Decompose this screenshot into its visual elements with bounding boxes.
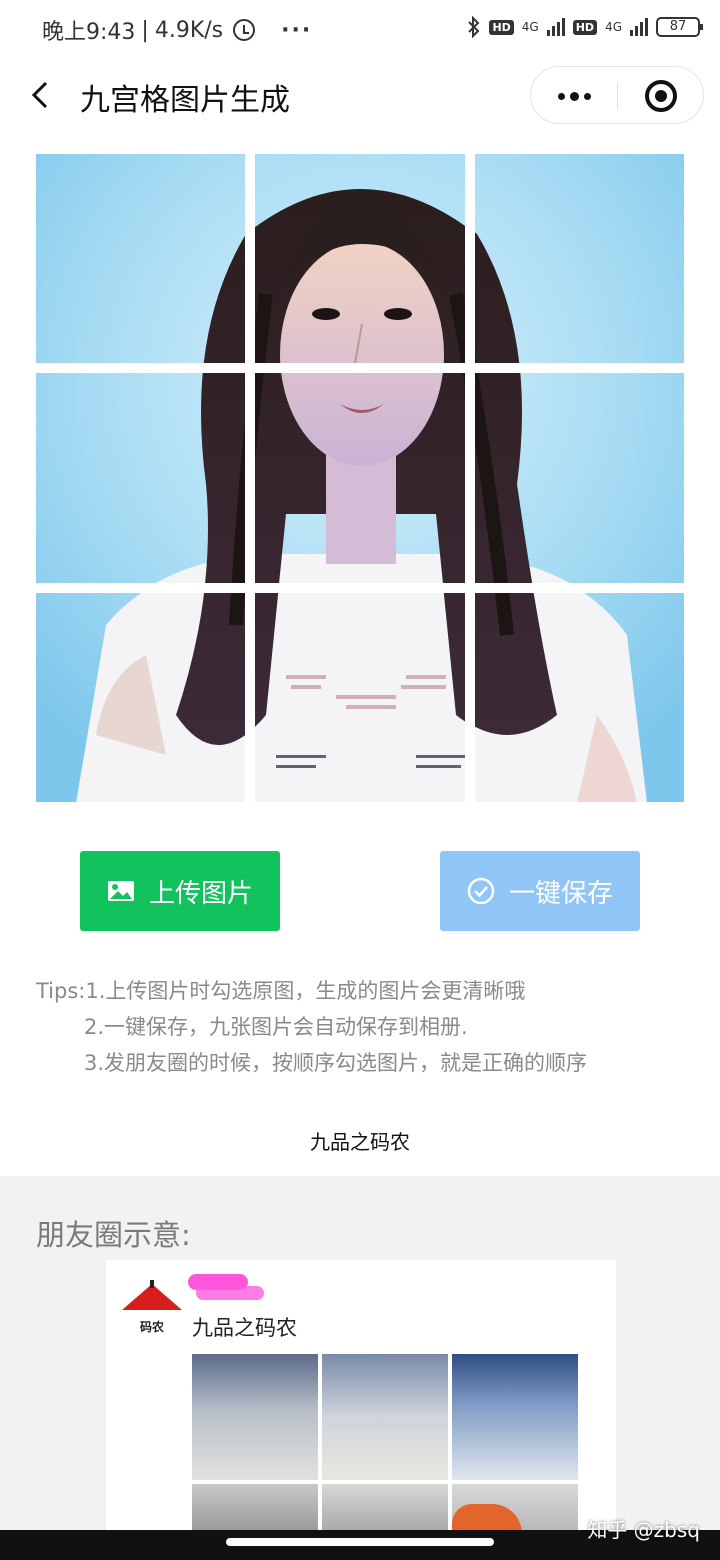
tips-block: Tips:1.上传图片时勾选原图，生成的图片会更清晰哦 2.一键保存，九张图片会… xyxy=(36,973,587,1081)
thumbnail xyxy=(322,1354,448,1480)
hd-badge-1: HD xyxy=(489,19,514,35)
status-bar: 晚上9:43 | 4.9K/s ··· HD 4G HD 4G 87 xyxy=(0,0,720,60)
status-more: ··· xyxy=(281,17,313,43)
status-right: HD 4G HD 4G 87 xyxy=(467,16,703,38)
bluetooth-icon xyxy=(468,16,480,38)
thumbnail xyxy=(192,1354,318,1480)
back-arrow-icon[interactable] xyxy=(28,80,56,110)
home-indicator[interactable] xyxy=(226,1538,494,1546)
miniprogram-capsule xyxy=(530,66,704,124)
author-credit: 九品之码农 xyxy=(310,1130,410,1154)
status-left: 晚上9:43 | 4.9K/s ··· xyxy=(42,14,312,46)
signal-icon-1 xyxy=(546,18,565,36)
preview-title: 朋友圈示意: xyxy=(36,1218,191,1252)
tip-line-2: 2.一键保存，九张图片会自动保存到相册. xyxy=(84,1015,468,1039)
grid-cell xyxy=(36,592,246,802)
grid-cell xyxy=(255,154,465,364)
grid-cell xyxy=(474,592,684,802)
image-icon xyxy=(107,881,134,901)
grid-cell xyxy=(474,373,684,583)
thumbnail xyxy=(452,1354,578,1480)
grid-cell xyxy=(255,592,465,802)
nav-bar: 九宫格图片生成 xyxy=(0,60,720,130)
grid-cell xyxy=(255,373,465,583)
upload-image-button[interactable]: 上传图片 xyxy=(80,851,280,931)
tip-line-3: 3.发朋友圈的时候，按顺序勾选图片，就是正确的顺序 xyxy=(84,1051,588,1075)
network-type-2: 4G xyxy=(605,20,622,34)
hd-badge-2: HD xyxy=(572,19,598,35)
poster-name: 九品之码农 xyxy=(192,1316,297,1340)
grid-cell xyxy=(36,373,246,583)
moments-post-card: 码农 九品之码农 xyxy=(106,1260,616,1560)
one-click-save-button[interactable]: 一键保存 xyxy=(440,851,640,931)
watermark: 知乎 @zbsq xyxy=(587,1518,700,1542)
status-time: 晚上9:43 xyxy=(42,20,136,45)
upload-button-label: 上传图片 xyxy=(148,878,253,909)
nine-grid-preview xyxy=(36,154,684,802)
blurred-username xyxy=(188,1274,264,1300)
grid-cell xyxy=(36,154,246,364)
logo-text: 码农 xyxy=(139,1320,164,1334)
more-menu-icon[interactable] xyxy=(531,67,617,125)
page-title: 九宫格图片生成 xyxy=(80,83,290,118)
capsule-divider xyxy=(617,83,618,109)
network-type-1: 4G xyxy=(521,20,539,34)
moments-preview-section: 朋友圈示意: 码农 九品之码农 xyxy=(0,1176,720,1560)
check-circle-icon xyxy=(467,877,495,905)
save-button-label: 一键保存 xyxy=(508,878,613,909)
battery-icon: 87 xyxy=(656,17,703,37)
network-speed: 4.9K/s xyxy=(154,17,224,43)
close-miniprogram-icon[interactable] xyxy=(645,80,677,112)
signal-icon-2 xyxy=(630,18,648,36)
alarm-icon xyxy=(233,19,256,41)
tip-line-1: Tips:1.上传图片时勾选原图，生成的图片会更清晰哦 xyxy=(36,979,526,1003)
grid-cell xyxy=(474,154,684,364)
